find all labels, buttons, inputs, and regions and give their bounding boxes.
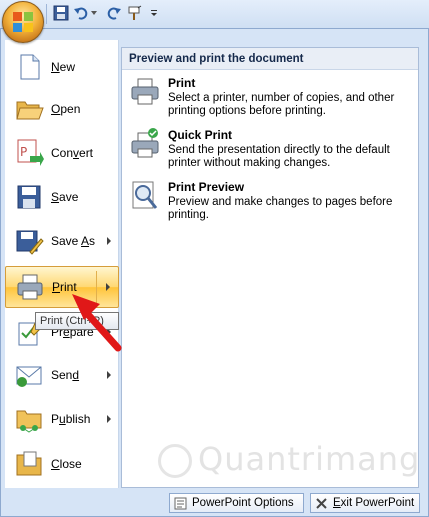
printer-icon <box>131 78 159 105</box>
print-preview-icon <box>132 181 158 209</box>
watermark-logo-icon <box>158 444 192 478</box>
menu-item-save-as[interactable]: Save As <box>5 221 119 263</box>
exit-powerpoint-button[interactable]: Exit PowerPoint <box>310 493 420 513</box>
submenu-item-print[interactable]: Print Select a printer, number of copies… <box>128 76 414 124</box>
menu-item-label: Open <box>51 102 81 116</box>
new-document-icon <box>20 54 40 80</box>
submenu-arrow-icon <box>107 237 111 245</box>
options-label: PowerPoint Options <box>192 497 294 509</box>
submenu-arrow-icon <box>107 415 111 423</box>
submenu-item-description: Send the presentation directly to the de… <box>168 144 390 169</box>
annotation-arrow-icon <box>72 294 122 352</box>
watermark-text: Quantrimang <box>198 440 421 478</box>
submenu-arrow-icon <box>107 371 111 379</box>
menu-item-label: Publish <box>51 412 91 426</box>
submenu-item-description: Preview and make changes to pages before… <box>168 196 393 221</box>
open-folder-icon <box>16 101 44 120</box>
close-folder-icon <box>16 451 42 476</box>
publish-icon <box>16 410 42 433</box>
menu-item-label: Send <box>51 368 80 382</box>
save-icon[interactable] <box>52 4 70 22</box>
menu-item-send[interactable]: Send <box>5 355 119 397</box>
office-logo-icon <box>13 12 33 32</box>
office-button[interactable] <box>2 1 44 43</box>
submenu-title: Preview and print the document <box>122 48 418 70</box>
menu-item-label: Save As <box>51 234 96 248</box>
toolbar-divider <box>46 4 47 24</box>
submenu-item-print-preview[interactable]: Print Preview Preview and make changes t… <box>128 180 414 228</box>
quick-print-icon <box>131 128 159 158</box>
watermark: Quantrimang <box>158 440 421 480</box>
save-as-icon <box>16 230 44 255</box>
submenu-item-title: Print <box>168 76 196 90</box>
print-submenu: Preview and print the document Print Sel… <box>121 47 419 488</box>
exit-icon <box>316 498 327 509</box>
menu-item-label: New <box>51 60 76 74</box>
convert-icon: P <box>17 139 44 166</box>
options-icon <box>174 497 187 510</box>
menu-item-new[interactable]: New <box>5 47 119 89</box>
submenu-item-quick-print[interactable]: Quick Print Send the presentation direct… <box>128 128 414 176</box>
submenu-item-description: Select a printer, number of copies, and … <box>168 92 395 117</box>
undo-icon[interactable] <box>72 4 90 22</box>
customize-icon[interactable] <box>145 4 163 22</box>
menu-item-label: Close <box>51 457 82 471</box>
quick-access-toolbar <box>0 0 429 28</box>
menu-item-close[interactable]: Close <box>5 444 119 486</box>
send-icon <box>16 366 42 387</box>
powerpoint-options-button[interactable]: PowerPoint Options <box>169 493 304 513</box>
menu-item-open[interactable]: Open <box>5 89 119 131</box>
menu-item-label: Convert <box>51 146 94 160</box>
undo-dropdown-icon[interactable] <box>90 4 98 22</box>
submenu-item-title: Print Preview <box>168 180 245 194</box>
exit-label: Exit PowerPoint <box>333 497 415 509</box>
menu-item-save[interactable]: Save <box>5 177 119 219</box>
menu-item-label: Save <box>51 190 79 204</box>
menu-item-publish[interactable]: Publish <box>5 399 119 441</box>
save-icon <box>17 185 41 209</box>
svg-text:P: P <box>20 145 27 159</box>
menu-item-convert[interactable]: P Convert <box>5 133 119 175</box>
format-painter-icon[interactable] <box>125 4 143 22</box>
submenu-item-title: Quick Print <box>168 128 233 142</box>
print-icon <box>17 274 43 300</box>
redo-icon[interactable] <box>105 4 123 22</box>
